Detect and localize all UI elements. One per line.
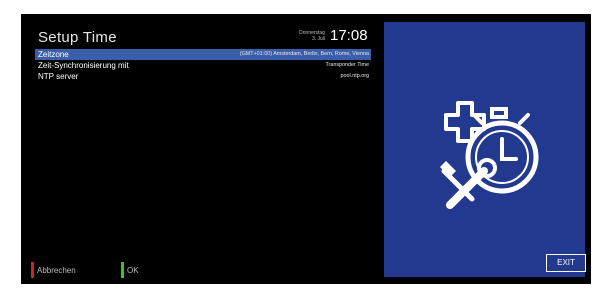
clock-settings-icon — [432, 97, 552, 217]
side-info-panel: EXIT — [384, 22, 586, 277]
menu-item-zeitzone[interactable]: Zeitzone (GMT+01:00) Amsterdam, Berlin, … — [35, 49, 371, 60]
settings-menu: Zeitzone (GMT+01:00) Amsterdam, Berlin, … — [35, 49, 371, 82]
menu-item-ntp-server[interactable]: NTP server pool.ntp.org — [35, 71, 371, 82]
date-day: 3. Juli — [311, 36, 325, 42]
footer-buttons: Abbrechen OK — [21, 262, 376, 278]
green-key-indicator — [121, 262, 124, 278]
red-key-indicator — [31, 262, 34, 278]
menu-item-label: NTP server — [38, 72, 79, 81]
date-display: Donnerstag 3. Juli — [285, 30, 325, 42]
menu-item-label: Zeit-Synchronisierung mit — [38, 61, 129, 70]
exit-button[interactable]: EXIT — [546, 254, 586, 272]
menu-item-label: Zeitzone — [38, 50, 69, 59]
clock-time: 17:08 — [330, 27, 368, 44]
ok-label: OK — [127, 266, 139, 275]
menu-item-value: pool.ntp.org — [340, 73, 369, 79]
cancel-label: Abbrechen — [37, 266, 76, 275]
setup-time-panel: Setup Time Donnerstag 3. Juli 17:08 Zeit… — [21, 14, 376, 284]
page-title: Setup Time — [38, 29, 117, 46]
menu-item-value: (GMT+01:00) Amsterdam, Berlin, Bern, Rom… — [239, 51, 369, 57]
menu-item-value: Transponder Time — [325, 62, 369, 68]
menu-item-zeit-synchronisierung[interactable]: Zeit-Synchronisierung mit Transponder Ti… — [35, 60, 371, 71]
tv-screen: Setup Time Donnerstag 3. Juli 17:08 Zeit… — [21, 14, 591, 284]
